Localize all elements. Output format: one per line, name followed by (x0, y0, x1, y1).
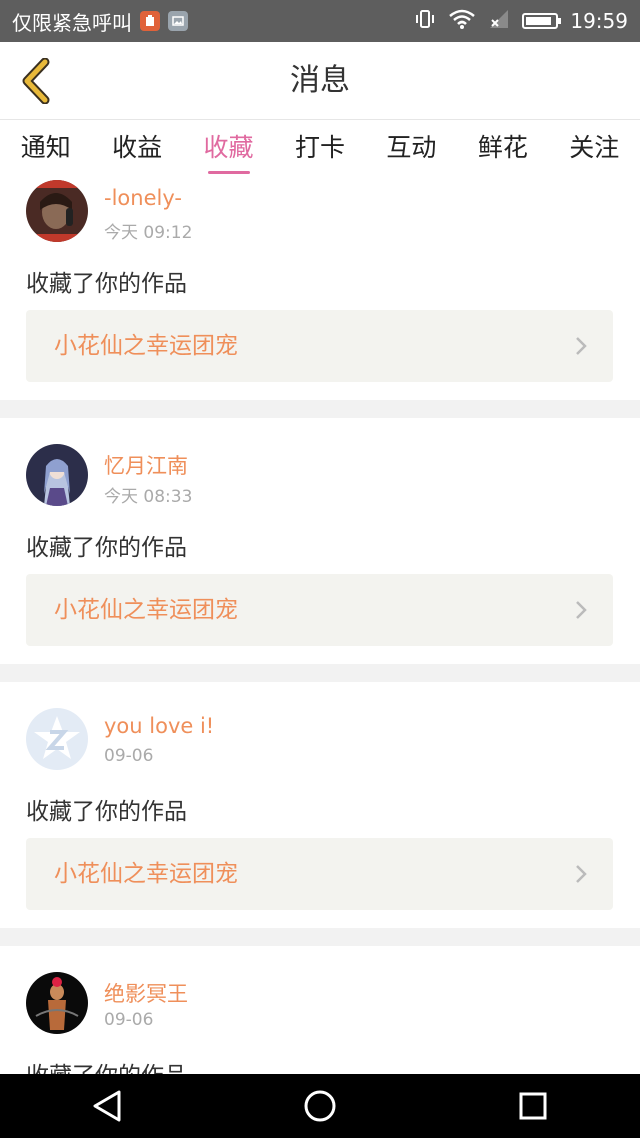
username[interactable]: 绝影冥王 (104, 978, 188, 1008)
message-card: you love i! 09-06 收藏了你的作品 小花仙之幸运团宠 (0, 682, 640, 928)
work-link[interactable]: 小花仙之幸运团宠 (26, 838, 613, 910)
username[interactable]: 忆月江南 (104, 450, 188, 480)
avatar[interactable] (26, 972, 88, 1034)
tab-bar: 通知 收益 收藏 打卡 互动 鲜花 关注 (0, 120, 640, 180)
avatar[interactable] (26, 444, 88, 506)
chevron-right-icon (576, 601, 587, 619)
work-title: 小花仙之幸运团宠 (54, 861, 238, 887)
username[interactable]: you love i! (104, 714, 214, 738)
page-title: 消息 (290, 63, 350, 98)
status-notice: 仅限紧急呼叫 (12, 10, 132, 35)
work-title: 小花仙之幸运团宠 (54, 597, 238, 623)
tab-flowers[interactable]: 鲜花 (474, 120, 532, 180)
image-icon (168, 11, 188, 31)
message-card: 绝影冥王 09-06 收藏了你的作品 (0, 946, 640, 1074)
notification-icon (140, 11, 160, 31)
back-button[interactable] (14, 56, 58, 106)
system-nav-bar (0, 1074, 640, 1138)
message-card: -lonely- 今天 09:12 收藏了你的作品 小花仙之幸运团宠 (0, 180, 640, 400)
message-text: 收藏了你的作品 (26, 799, 187, 825)
message-text: 收藏了你的作品 (26, 271, 187, 297)
work-link[interactable]: 小花仙之幸运团宠 (26, 310, 613, 382)
work-title: 小花仙之幸运团宠 (54, 333, 238, 359)
square-recents-icon (519, 1092, 547, 1120)
message-time: 09-06 (104, 746, 154, 766)
avatar[interactable] (26, 180, 88, 242)
circle-home-icon (304, 1090, 336, 1122)
nav-recents-button[interactable] (503, 1076, 563, 1136)
avatar[interactable] (26, 708, 88, 770)
message-time: 今天 09:12 (104, 223, 193, 243)
tab-favorites[interactable]: 收藏 (200, 120, 258, 180)
triangle-back-icon (93, 1090, 121, 1122)
tab-following[interactable]: 关注 (565, 120, 623, 180)
signal-icon (488, 8, 510, 35)
message-card: 忆月江南 今天 08:33 收藏了你的作品 小花仙之幸运团宠 (0, 418, 640, 664)
message-text: 收藏了你的作品 (26, 535, 187, 561)
work-link[interactable]: 小花仙之幸运团宠 (26, 574, 613, 646)
tab-earnings[interactable]: 收益 (108, 120, 166, 180)
status-time: 19:59 (570, 9, 628, 33)
vibrate-icon (414, 8, 436, 35)
chevron-right-icon (576, 865, 587, 883)
message-time: 09-06 (104, 1010, 154, 1030)
tab-notifications[interactable]: 通知 (17, 120, 75, 180)
tab-checkin[interactable]: 打卡 (291, 120, 349, 180)
battery-icon (522, 13, 562, 29)
username[interactable]: -lonely- (104, 186, 182, 210)
message-time: 今天 08:33 (104, 487, 193, 507)
nav-home-button[interactable] (290, 1076, 350, 1136)
status-bar: 仅限紧急呼叫 19:59 (0, 0, 640, 42)
wifi-icon (448, 8, 476, 35)
nav-back-button[interactable] (77, 1076, 137, 1136)
tab-interactions[interactable]: 互动 (382, 120, 440, 180)
chevron-left-icon (22, 58, 50, 104)
message-text: 收藏了你的作品 (26, 1056, 187, 1074)
message-list: -lonely- 今天 09:12 收藏了你的作品 小花仙之幸运团宠 忆月江南 … (0, 180, 640, 1074)
header: 消息 (0, 42, 640, 120)
chevron-right-icon (576, 337, 587, 355)
